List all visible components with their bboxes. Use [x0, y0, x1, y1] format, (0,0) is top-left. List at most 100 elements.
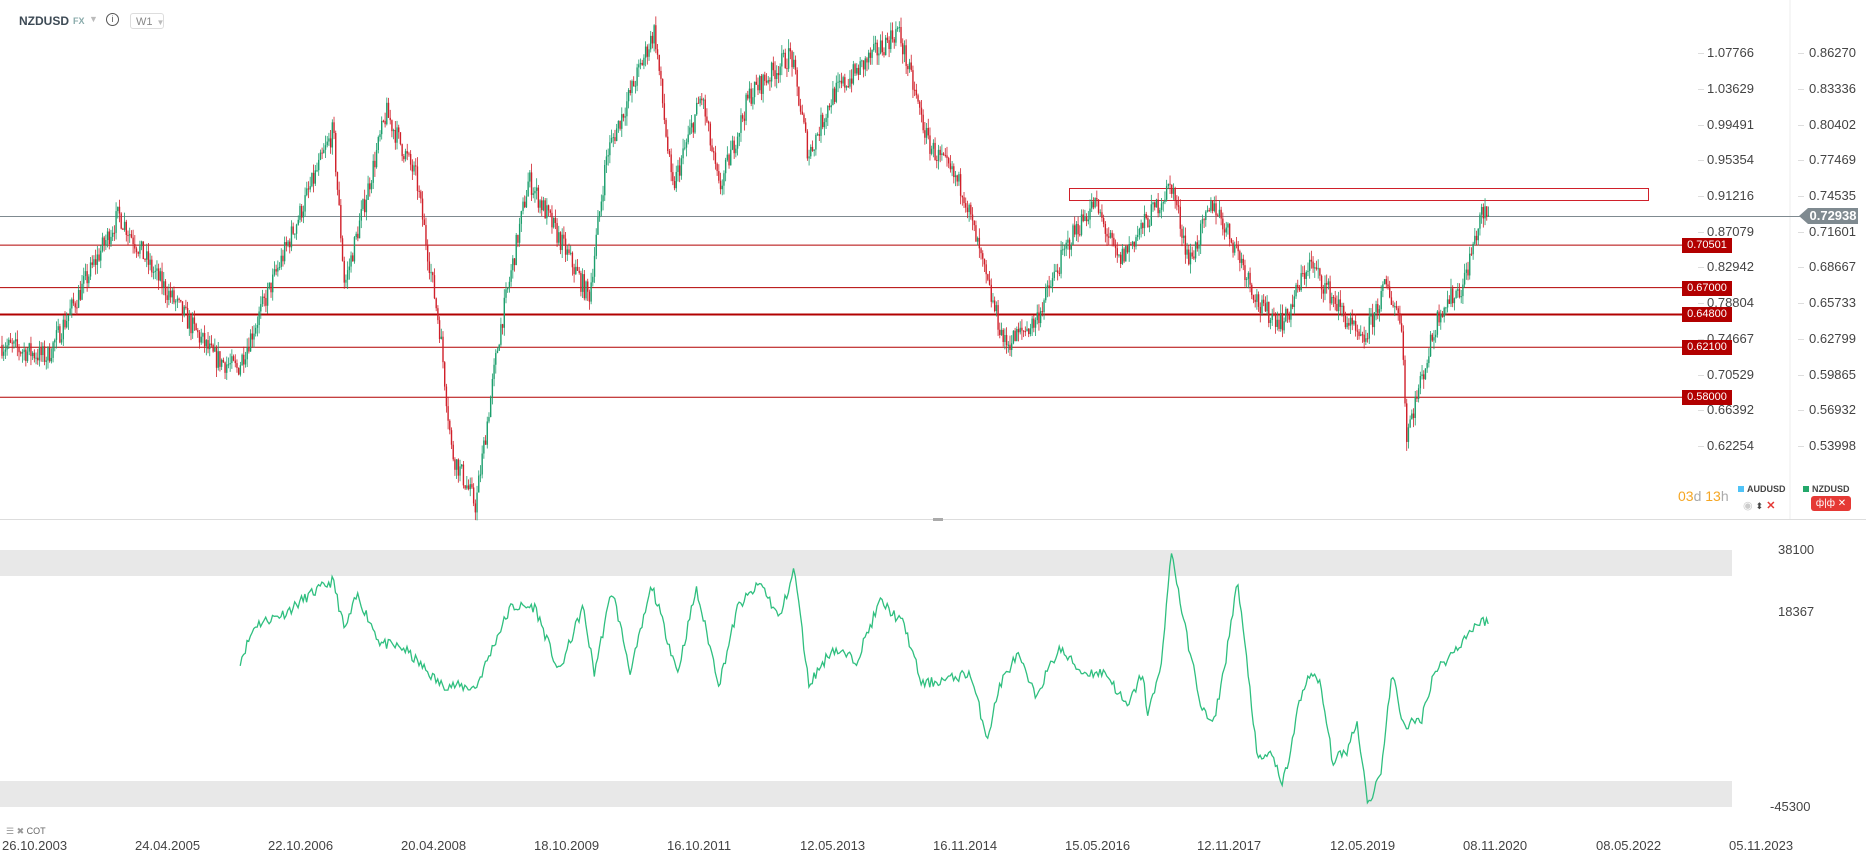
candle: [1089, 199, 1091, 229]
candle: [215, 345, 218, 377]
candle: [1240, 252, 1243, 269]
candle: [132, 229, 134, 254]
candle: [736, 132, 739, 156]
candle: [1203, 217, 1205, 229]
settings-icon[interactable]: ☰: [6, 826, 14, 836]
candle: [1416, 390, 1418, 402]
candle: [358, 213, 361, 239]
candle: [1399, 305, 1401, 325]
candle: [484, 435, 487, 445]
candle: [489, 395, 492, 418]
candle: [50, 348, 53, 364]
candle: [1278, 313, 1280, 332]
candle: [404, 148, 407, 162]
candle: [1293, 290, 1296, 315]
candle: [1274, 312, 1277, 334]
candle: [527, 172, 529, 197]
candle: [253, 325, 255, 348]
candle: [84, 263, 87, 281]
candle: [559, 231, 562, 255]
candle: [200, 328, 202, 345]
candle: [1409, 415, 1411, 429]
remove-indicator-icon[interactable]: ✖: [17, 826, 25, 836]
candle: [677, 159, 679, 182]
chart-canvas[interactable]: [0, 0, 1866, 865]
candle: [1257, 291, 1260, 312]
candle: [442, 331, 444, 369]
candle: [1143, 205, 1146, 237]
candle: [1227, 222, 1229, 235]
candle: [806, 129, 809, 161]
legend-audusd[interactable]: AUDUSD: [1738, 484, 1786, 494]
resize-handle[interactable]: [933, 518, 943, 521]
candle: [818, 126, 820, 142]
candle: [1234, 241, 1236, 256]
candle: [588, 289, 591, 310]
candle: [1198, 240, 1200, 256]
candle: [740, 108, 742, 142]
move-icon[interactable]: ⬍: [1756, 501, 1764, 511]
candle: [973, 220, 975, 232]
candle: [1159, 207, 1161, 217]
candle: [1486, 206, 1488, 221]
axis-tick: [1798, 231, 1804, 233]
cot-lower-band: [0, 781, 1732, 807]
candle: [781, 45, 783, 76]
candle: [1249, 267, 1251, 293]
candle: [142, 241, 145, 260]
candle: [1305, 270, 1307, 287]
candle: [149, 253, 151, 271]
candle: [140, 240, 143, 251]
candle: [1291, 294, 1294, 310]
candle: [953, 163, 955, 184]
candle: [1005, 327, 1008, 354]
candle: [1016, 326, 1018, 342]
candle: [478, 470, 480, 493]
close-icon[interactable]: ✕: [1838, 498, 1846, 509]
candle: [462, 461, 465, 489]
candle: [151, 255, 153, 278]
candle: [1017, 322, 1020, 342]
candle: [932, 139, 935, 158]
candle: [927, 118, 929, 140]
candle: [1455, 289, 1457, 299]
candle: [1365, 329, 1367, 346]
candle-type-icon[interactable]: ф|ф: [1816, 498, 1835, 509]
candle: [607, 148, 609, 166]
candle: [1261, 295, 1263, 316]
legend-nzdusd[interactable]: NZDUSD: [1803, 484, 1850, 494]
candle: [336, 171, 339, 196]
candle: [6, 338, 8, 356]
candle: [11, 338, 13, 353]
candle: [518, 217, 521, 247]
candle: [622, 113, 625, 122]
candle: [1441, 310, 1444, 318]
candle: [23, 342, 25, 361]
candle: [265, 289, 267, 313]
candle: [335, 130, 337, 177]
candle: [52, 340, 54, 363]
candle: [1423, 370, 1425, 389]
candle: [420, 189, 422, 204]
candle: [94, 249, 97, 275]
candle: [450, 427, 453, 449]
candle: [403, 153, 405, 163]
candle: [447, 396, 449, 430]
candle: [346, 261, 349, 289]
candle: [646, 44, 649, 65]
left-axis-label: 0.62254: [1707, 437, 1754, 453]
close-icon[interactable]: ✕: [1766, 500, 1775, 512]
candle: [60, 333, 63, 345]
candle: [1469, 246, 1471, 280]
candle: [1072, 223, 1074, 245]
eye-icon[interactable]: ◉: [1743, 500, 1753, 512]
candle: [318, 153, 320, 176]
candle: [229, 353, 231, 372]
candle: [352, 252, 354, 262]
left-axis-label: 1.07766: [1707, 45, 1754, 61]
candle: [968, 203, 970, 222]
candle: [433, 268, 436, 300]
candle: [258, 306, 260, 334]
candle: [127, 230, 129, 246]
right-axis-label: 0.80402: [1809, 116, 1856, 132]
